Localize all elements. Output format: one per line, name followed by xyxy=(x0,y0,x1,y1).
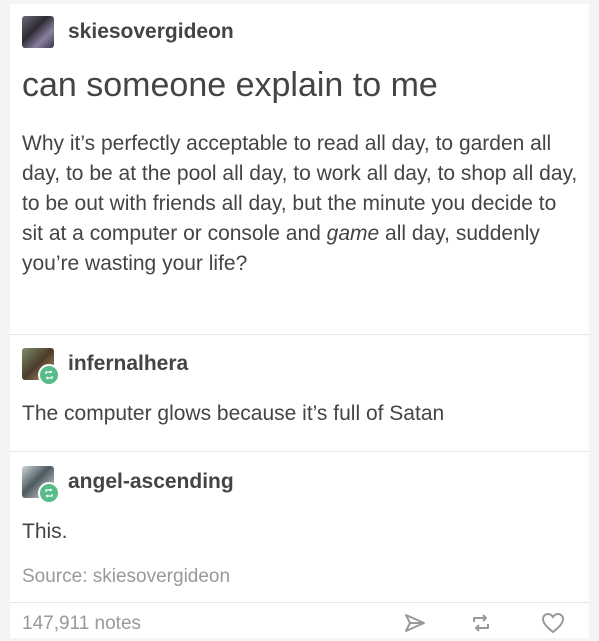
username[interactable]: angel-ascending xyxy=(68,470,234,494)
divider xyxy=(10,334,589,335)
divider xyxy=(10,451,589,452)
reblog-text: This. xyxy=(22,520,68,543)
avatar[interactable] xyxy=(22,16,54,48)
divider xyxy=(10,602,589,603)
reblog-header: infernalhera xyxy=(22,348,188,386)
reblog-badge-icon xyxy=(38,364,60,386)
reblog-text: The computer glows because it’s full of … xyxy=(22,402,445,425)
avatar[interactable] xyxy=(22,348,60,386)
username[interactable]: infernalhera xyxy=(68,352,188,376)
share-icon[interactable] xyxy=(400,608,430,638)
username[interactable]: skiesovergideon xyxy=(68,20,234,44)
avatar[interactable] xyxy=(22,466,60,504)
post-source[interactable]: Source: skiesovergideon xyxy=(22,566,230,588)
post-card: skiesovergideon can someone explain to m… xyxy=(10,4,589,638)
heart-icon[interactable] xyxy=(538,608,568,638)
reblog-badge-icon xyxy=(38,482,60,504)
reblog-icon[interactable] xyxy=(466,608,496,638)
post-header: skiesovergideon xyxy=(22,16,234,48)
post-title: can someone explain to me xyxy=(22,66,438,104)
notes-count[interactable]: 147,911 notes xyxy=(22,613,141,635)
reblog-header: angel-ascending xyxy=(22,466,234,504)
post-body: Why it’s perfectly acceptable to read al… xyxy=(22,132,578,275)
